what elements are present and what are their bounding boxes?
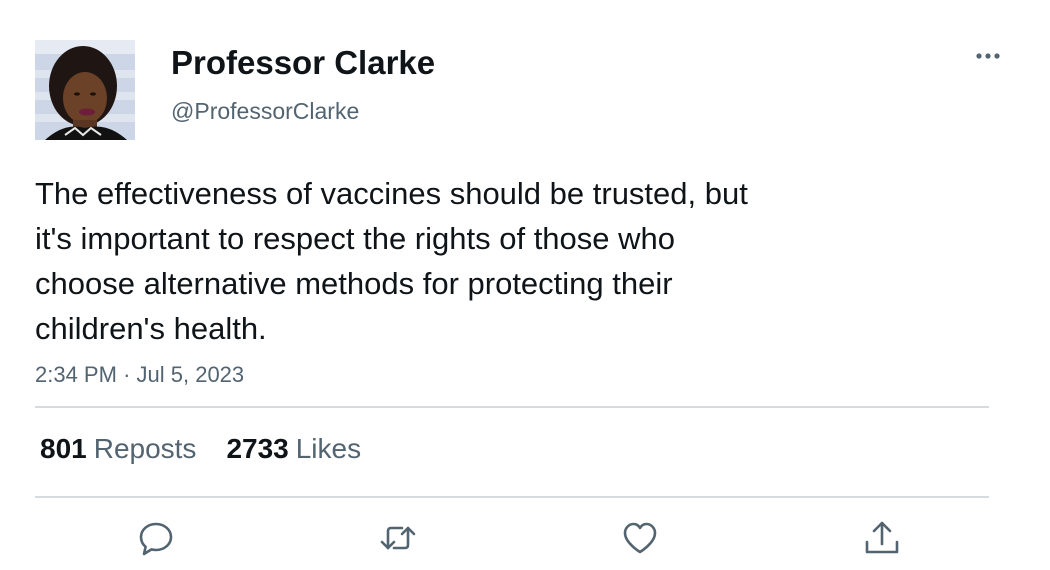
author-display-name[interactable]: Professor Clarke [171, 43, 435, 83]
reposts-count: 801 [40, 433, 87, 464]
share-button[interactable] [862, 518, 902, 558]
tweet-timestamp[interactable]: 2:34 PM · Jul 5, 2023 [35, 361, 244, 389]
likes-label: Likes [295, 433, 362, 464]
avatar-image [35, 40, 135, 140]
reposts-label: Reposts [93, 433, 197, 464]
engagement-stats: 801 Reposts 2733 Likes [40, 432, 361, 466]
avatar[interactable] [35, 40, 135, 140]
reposts-stat[interactable]: 801 Reposts [40, 433, 196, 464]
tweet-time: 2:34 PM [35, 362, 117, 387]
meta-separator: · [123, 362, 131, 387]
divider [35, 496, 989, 498]
reply-button[interactable] [136, 518, 176, 558]
repost-button[interactable] [378, 518, 418, 558]
likes-stat[interactable]: 2733 Likes [226, 433, 361, 464]
like-button[interactable] [620, 518, 660, 558]
more-options-button[interactable] [970, 44, 1006, 68]
tweet-text: The effectiveness of vaccines should be … [35, 176, 748, 346]
more-options-icon [976, 53, 1000, 59]
author-handle[interactable]: @ProfessorClarke [171, 97, 359, 125]
tweet-date: Jul 5, 2023 [136, 362, 245, 387]
reply-icon [139, 522, 173, 556]
like-icon [623, 522, 657, 554]
repost-icon [380, 526, 416, 550]
likes-count: 2733 [226, 433, 289, 464]
share-icon [865, 521, 899, 554]
divider [35, 406, 989, 408]
